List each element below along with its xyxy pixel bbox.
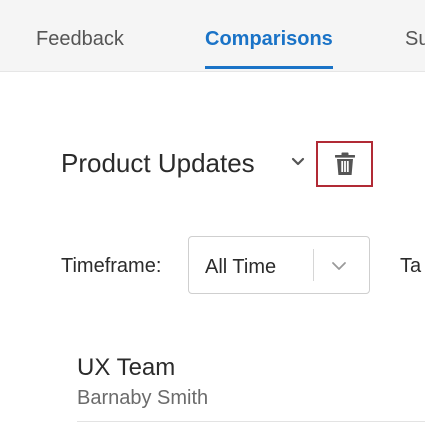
chevron-down-icon[interactable]	[290, 154, 306, 170]
select-divider	[313, 249, 314, 281]
page: Feedback Comparisons Su Product Updates …	[0, 0, 425, 425]
list-divider	[77, 421, 425, 422]
tab-summary[interactable]: Su	[405, 28, 425, 51]
timeframe-label: Timeframe:	[61, 255, 162, 277]
team-owner: Barnaby Smith	[77, 387, 209, 409]
tab-feedback[interactable]: Feedback	[36, 28, 124, 51]
timeframe-select[interactable]: All Time	[188, 236, 370, 294]
chevron-down-icon	[332, 262, 346, 270]
trash-icon	[334, 152, 355, 175]
timeframe-value: All Time	[205, 256, 277, 278]
comparison-title[interactable]: Product Updates	[61, 148, 255, 179]
tab-comparisons[interactable]: Comparisons	[205, 28, 333, 51]
tab-bar: Feedback Comparisons Su	[0, 0, 425, 72]
team-name[interactable]: UX Team	[77, 354, 175, 382]
next-filter-label: Ta	[400, 255, 422, 277]
delete-comparison-button[interactable]	[316, 141, 373, 187]
active-tab-indicator	[205, 66, 333, 69]
